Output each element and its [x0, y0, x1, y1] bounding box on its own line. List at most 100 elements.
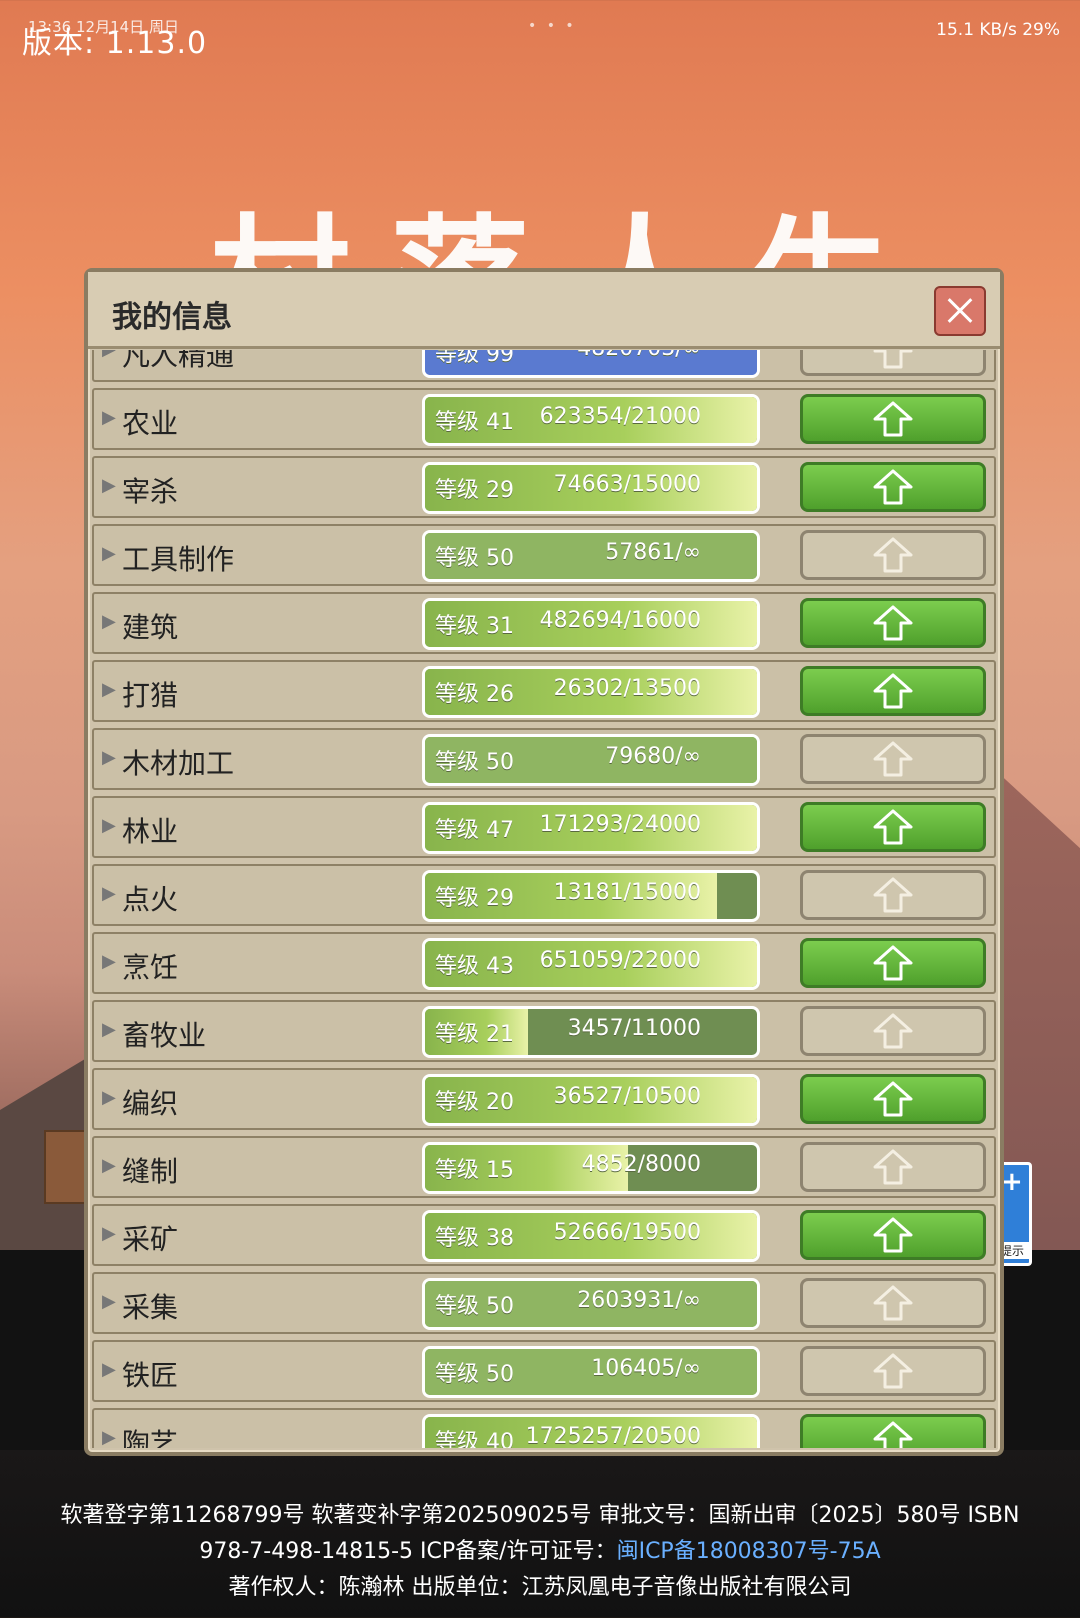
level-up-button[interactable] [800, 1346, 986, 1396]
skill-name: 采矿 [122, 1223, 179, 1256]
skill-name: 建筑 [122, 611, 179, 644]
expand-arrow-icon[interactable]: ▶ [102, 543, 116, 564]
expand-arrow-icon[interactable]: ▶ [102, 1019, 116, 1040]
skill-xp: 79680/∞ [605, 744, 701, 769]
skill-progress-text: 等级 26 26302/13500 [435, 676, 749, 708]
expand-arrow-icon[interactable]: ▶ [102, 951, 116, 972]
level-up-button[interactable] [800, 462, 986, 512]
skill-row[interactable]: ▶ 凡人精通 等级 99 4820703/∞ [92, 350, 996, 382]
skill-row[interactable]: ▶ 打猎 等级 26 26302/13500 [92, 660, 996, 722]
skill-progress-text: 等级 50 2603931/∞ [435, 1288, 749, 1320]
level-up-button[interactable] [800, 1006, 986, 1056]
skill-row[interactable]: ▶ 采矿 等级 38 52666/19500 [92, 1204, 996, 1266]
skill-progress-bar: 等级 50 79680/∞ [422, 734, 760, 786]
skill-progress-text: 等级 40 1725257/20500 [435, 1424, 749, 1448]
skill-progress-text: 等级 15 4852/8000 [435, 1152, 749, 1184]
expand-arrow-icon[interactable]: ▶ [102, 883, 116, 904]
level-up-button[interactable] [800, 530, 986, 580]
skill-row[interactable]: ▶ 铁匠 等级 50 106405/∞ [92, 1340, 996, 1402]
expand-arrow-icon[interactable]: ▶ [102, 611, 116, 632]
level-up-button[interactable] [800, 1074, 986, 1124]
level-up-button[interactable] [800, 734, 986, 784]
skill-name: 宰杀 [122, 475, 179, 508]
expand-arrow-icon[interactable]: ▶ [102, 1359, 116, 1380]
skill-row[interactable]: ▶ 点火 等级 29 13181/15000 [92, 864, 996, 926]
skill-row[interactable]: ▶ 林业 等级 47 171293/24000 [92, 796, 996, 858]
skill-progress-bar: 等级 38 52666/19500 [422, 1210, 760, 1262]
level-up-button[interactable] [800, 598, 986, 648]
level-up-button[interactable] [800, 1210, 986, 1260]
level-up-button[interactable] [800, 1278, 986, 1328]
expand-arrow-icon[interactable]: ▶ [102, 1155, 116, 1176]
skill-name: 畜牧业 [122, 1019, 207, 1052]
skill-xp: 623354/21000 [539, 404, 701, 429]
skill-level: 等级 15 [435, 1158, 514, 1183]
skill-progress-text: 等级 31 482694/16000 [435, 608, 749, 640]
expand-arrow-icon[interactable]: ▶ [102, 1291, 116, 1312]
skill-xp: 651059/22000 [539, 948, 701, 973]
skill-row[interactable]: ▶ 烹饪 等级 43 651059/22000 [92, 932, 996, 994]
skill-row[interactable]: ▶ 建筑 等级 31 482694/16000 [92, 592, 996, 654]
expand-arrow-icon[interactable]: ▶ [102, 407, 116, 428]
expand-arrow-icon[interactable]: ▶ [102, 350, 116, 360]
level-up-button[interactable] [800, 1414, 986, 1448]
expand-arrow-icon[interactable]: ▶ [102, 1427, 116, 1448]
icp-link[interactable]: 闽ICP备18008307号-75A [617, 1539, 881, 1564]
skill-row[interactable]: ▶ 宰杀 等级 29 74663/15000 [92, 456, 996, 518]
level-up-button[interactable] [800, 938, 986, 988]
level-up-button[interactable] [800, 802, 986, 852]
level-up-button[interactable] [800, 394, 986, 444]
footer-line-1: 软著登字第11268799号 软著变补字第202509025号 审批文号：国新出… [60, 1503, 1020, 1528]
skill-progress-bar: 等级 21 3457/11000 [422, 1006, 760, 1058]
skill-level: 等级 43 [435, 954, 514, 979]
skill-row[interactable]: ▶ 陶艺 等级 40 1725257/20500 [92, 1408, 996, 1448]
expand-arrow-icon[interactable]: ▶ [102, 815, 116, 836]
skill-xp: 106405/∞ [591, 1356, 701, 1381]
close-button[interactable] [934, 286, 986, 336]
up-arrow-icon [873, 605, 913, 641]
level-up-button[interactable] [800, 350, 986, 376]
footer-line-2: 978-7-498-14815-5 ICP备案/许可证号：闽ICP备180083… [0, 1534, 1080, 1570]
up-arrow-icon [873, 877, 913, 913]
skill-xp: 4820703/∞ [577, 350, 701, 361]
up-arrow-icon [873, 469, 913, 505]
expand-arrow-icon[interactable]: ▶ [102, 1223, 116, 1244]
status-indicators: 15.1 KB/s 29% [936, 20, 1060, 40]
skill-xp: 4852/8000 [581, 1152, 701, 1177]
skill-row[interactable]: ▶ 畜牧业 等级 21 3457/11000 [92, 1000, 996, 1062]
expand-arrow-icon[interactable]: ▶ [102, 475, 116, 496]
skill-xp: 482694/16000 [539, 608, 701, 633]
skill-row[interactable]: ▶ 工具制作 等级 50 57861/∞ [92, 524, 996, 586]
skill-progress-text: 等级 29 74663/15000 [435, 472, 749, 504]
expand-arrow-icon[interactable]: ▶ [102, 747, 116, 768]
skill-progress-text: 等级 50 79680/∞ [435, 744, 749, 776]
skill-row[interactable]: ▶ 缝制 等级 15 4852/8000 [92, 1136, 996, 1198]
level-up-button[interactable] [800, 666, 986, 716]
skill-progress-text: 等级 38 52666/19500 [435, 1220, 749, 1252]
skills-list-viewport[interactable]: ▶凡人精通等级 994820703/∞▶农业等级 41623354/21000▶… [92, 350, 996, 1448]
expand-arrow-icon[interactable]: ▶ [102, 679, 116, 700]
expand-arrow-icon[interactable]: ▶ [102, 1087, 116, 1108]
skill-progress-text: 等级 50 106405/∞ [435, 1356, 749, 1388]
skill-name: 工具制作 [122, 543, 235, 576]
skill-xp: 57861/∞ [605, 540, 701, 565]
skill-xp: 26302/13500 [553, 676, 701, 701]
skill-level: 等级 50 [435, 546, 514, 571]
skill-name: 采集 [122, 1291, 179, 1324]
skill-progress-text: 等级 43 651059/22000 [435, 948, 749, 980]
skill-level: 等级 50 [435, 1294, 514, 1319]
footer-line-2-prefix: 978-7-498-14815-5 ICP备案/许可证号： [199, 1539, 617, 1564]
skill-level: 等级 99 [435, 350, 514, 367]
skill-progress-text: 等级 21 3457/11000 [435, 1016, 749, 1048]
skill-row[interactable]: ▶ 采集 等级 50 2603931/∞ [92, 1272, 996, 1334]
skill-row[interactable]: ▶ 农业 等级 41 623354/21000 [92, 388, 996, 450]
skill-level: 等级 40 [435, 1430, 514, 1448]
skill-xp: 52666/19500 [553, 1220, 701, 1245]
skill-row[interactable]: ▶ 编织 等级 20 36527/10500 [92, 1068, 996, 1130]
multitask-dots-icon[interactable]: • • • [528, 18, 577, 34]
my-info-dialog: 我的信息 ▶ 凡人精通 等级 99 4820703/∞ ▶ 农业 等级 41 623354/2… [84, 268, 1004, 1456]
level-up-button[interactable] [800, 1142, 986, 1192]
skill-progress-bar: 等级 43 651059/22000 [422, 938, 760, 990]
level-up-button[interactable] [800, 870, 986, 920]
skill-row[interactable]: ▶ 木材加工 等级 50 79680/∞ [92, 728, 996, 790]
